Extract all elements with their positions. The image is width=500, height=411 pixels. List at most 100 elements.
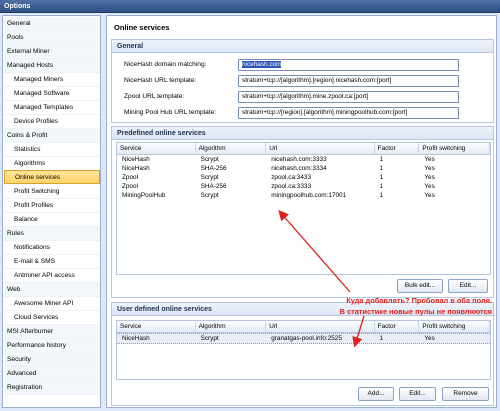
sidebar-item-managed-software[interactable]: Managed Software xyxy=(4,87,100,101)
table-row[interactable]: MiningPoolHub Scrypt miningpoolhub.com:1… xyxy=(117,191,490,200)
cell-profit-switching: Yes xyxy=(424,335,435,342)
options-sidebar: General Pools External Miner Managed Hos… xyxy=(2,15,101,408)
sidebar-item-device-profiles[interactable]: Device Profiles xyxy=(4,115,100,129)
sidebar-item-cloud-services[interactable]: Cloud Services xyxy=(4,311,100,325)
cell-profit-switching: Yes xyxy=(424,165,435,172)
sidebar-item-balance[interactable]: Balance xyxy=(4,213,100,227)
cell-algorithm: SHA-256 xyxy=(200,165,227,172)
sidebar-item-statistics[interactable]: Statistics xyxy=(4,143,100,157)
annotation-line-2: В статистике новые пулы не появляются xyxy=(339,307,492,316)
column-header-url[interactable]: Url xyxy=(266,143,375,155)
sidebar-item-notifications[interactable]: Notifications xyxy=(4,241,100,255)
column-header-service[interactable]: Service xyxy=(117,321,196,333)
nicehash-domain-input[interactable]: nicehash.com xyxy=(238,59,459,71)
sidebar-item-online-services[interactable]: Online services xyxy=(4,170,100,184)
column-header-profit-switching[interactable]: Profit switching xyxy=(419,143,490,155)
nicehash-domain-value: nicehash.com xyxy=(242,61,282,68)
sidebar-item-profit-profiles[interactable]: Profit Profiles xyxy=(4,199,100,213)
nicehash-url-label: NiceHash URL template: xyxy=(124,77,197,84)
cell-service: NiceHash xyxy=(122,156,150,163)
cell-service: NiceHash xyxy=(122,335,150,342)
column-header-algorithm[interactable]: Algorithm xyxy=(196,321,267,333)
sidebar-item-awesome-miner-api[interactable]: Awesome Miner API xyxy=(4,297,100,311)
user-defined-table-header: Service Algorithm Url Factor Profit swit… xyxy=(117,321,490,333)
cell-url: granatgas-pool.info:2525 xyxy=(271,335,342,342)
nicehash-domain-label: NiceHash domain matching: xyxy=(124,61,207,68)
sidebar-item-coins-profit[interactable]: Coins & Profit xyxy=(4,129,100,143)
annotation-line-1: Куда добавлять? Пробовал в оба поля. xyxy=(346,296,492,305)
cell-algorithm: Scrypt xyxy=(200,192,219,199)
annotation-text: Куда добавлять? Пробовал в оба поля. В с… xyxy=(300,295,492,317)
remove-button[interactable]: Remove xyxy=(442,387,489,401)
cell-service: Zpool xyxy=(122,174,138,181)
sidebar-item-performance-history[interactable]: Performance history xyxy=(4,339,100,353)
cell-factor: 1 xyxy=(379,335,384,342)
cell-algorithm: Scrypt xyxy=(200,156,219,163)
cell-algorithm: Scrypt xyxy=(200,335,219,342)
user-defined-services-table: Service Algorithm Url Factor Profit swit… xyxy=(116,320,491,380)
window-title: Options xyxy=(0,0,500,13)
table-row[interactable]: Zpool Scrypt zpool.ca:3433 1 Yes xyxy=(117,173,490,182)
cell-factor: 1 xyxy=(379,156,384,163)
sidebar-item-managed-templates[interactable]: Managed Templates xyxy=(4,101,100,115)
sidebar-item-msi-afterburner[interactable]: MSI Afterburner xyxy=(4,325,100,339)
column-header-factor[interactable]: Factor xyxy=(375,321,420,333)
column-header-service[interactable]: Service xyxy=(117,143,196,155)
sidebar-item-managed-hosts[interactable]: Managed Hosts xyxy=(4,59,100,73)
main-panel: Online services General NiceHash domain … xyxy=(106,15,497,408)
cell-profit-switching: Yes xyxy=(424,183,435,190)
sidebar-item-email-sms[interactable]: E-mail & SMS xyxy=(4,255,100,269)
cell-profit-switching: Yes xyxy=(424,192,435,199)
user-defined-services-section: User defined online services Service Alg… xyxy=(111,302,494,406)
cell-factor: 1 xyxy=(379,174,384,181)
sidebar-item-antminer-api-access[interactable]: Antminer API access xyxy=(4,269,100,283)
cell-profit-switching: Yes xyxy=(424,174,435,181)
cell-url: nicehash.com:3333 xyxy=(271,156,327,163)
table-row[interactable]: Zpool SHA-256 zpool.ca:3333 1 Yes xyxy=(117,182,490,191)
sidebar-item-general[interactable]: General xyxy=(4,17,100,31)
cell-algorithm: SHA-256 xyxy=(200,183,227,190)
zpool-url-input[interactable]: stratum+tcp://[algorithm].mine.zpool.ca:… xyxy=(238,91,459,103)
cell-service: NiceHash xyxy=(122,165,150,172)
table-row[interactable]: NiceHash Scrypt granatgas-pool.info:2525… xyxy=(117,333,490,344)
sidebar-item-registration[interactable]: Registration xyxy=(4,381,100,395)
cell-url: nicehash.com:3334 xyxy=(271,165,327,172)
cell-profit-switching: Yes xyxy=(424,156,435,163)
sidebar-item-security[interactable]: Security xyxy=(4,353,100,367)
add-button[interactable]: Add... xyxy=(358,387,394,401)
predefined-services-table: Service Algorithm Url Factor Profit swit… xyxy=(116,142,491,275)
sidebar-item-managed-miners[interactable]: Managed Miners xyxy=(4,73,100,87)
cell-algorithm: Scrypt xyxy=(200,174,219,181)
sidebar-item-algorithms[interactable]: Algorithms xyxy=(4,157,100,171)
sidebar-item-profit-switching[interactable]: Profit Switching xyxy=(4,185,100,199)
miningpoolhub-url-input[interactable]: stratum+tcp://[region].[algorithm].minin… xyxy=(238,107,459,119)
cell-factor: 1 xyxy=(379,183,384,190)
sidebar-item-external-miner[interactable]: External Miner xyxy=(4,45,100,59)
column-header-url[interactable]: Url xyxy=(266,321,375,333)
cell-service: Zpool xyxy=(122,183,138,190)
column-header-algorithm[interactable]: Algorithm xyxy=(196,143,267,155)
table-row[interactable]: NiceHash SHA-256 nicehash.com:3334 1 Yes xyxy=(117,164,490,173)
sidebar-item-web[interactable]: Web xyxy=(4,283,100,297)
sidebar-item-advanced[interactable]: Advanced xyxy=(4,367,100,381)
cell-factor: 1 xyxy=(379,165,384,172)
miningpoolhub-url-label: Mining Pool Hub URL template: xyxy=(124,109,217,116)
column-header-profit-switching[interactable]: Profit switching xyxy=(419,321,490,333)
user-edit-button[interactable]: Edit... xyxy=(399,387,436,401)
table-row[interactable]: NiceHash Scrypt nicehash.com:3333 1 Yes xyxy=(117,155,490,164)
column-header-factor[interactable]: Factor xyxy=(375,143,420,155)
sidebar-item-pools[interactable]: Pools xyxy=(4,31,100,45)
bulk-edit-button[interactable]: Bulk edit... xyxy=(397,279,443,293)
cell-url: zpool.ca:3433 xyxy=(271,174,311,181)
nicehash-url-input[interactable]: stratum+tcp://[algorithm].[region].niceh… xyxy=(238,75,459,87)
predefined-edit-button[interactable]: Edit... xyxy=(448,279,488,293)
predefined-services-section: Predefined online services Service Algor… xyxy=(111,126,494,298)
predefined-table-header: Service Algorithm Url Factor Profit swit… xyxy=(117,143,490,155)
general-section-heading: General xyxy=(112,40,493,53)
cell-factor: 1 xyxy=(379,192,384,199)
cell-url: zpool.ca:3333 xyxy=(271,183,311,190)
cell-service: MiningPoolHub xyxy=(122,192,166,199)
zpool-url-label: Zpool URL template: xyxy=(124,93,185,100)
general-section: General NiceHash domain matching: niceha… xyxy=(111,39,494,123)
sidebar-item-rules[interactable]: Rules xyxy=(4,227,100,241)
